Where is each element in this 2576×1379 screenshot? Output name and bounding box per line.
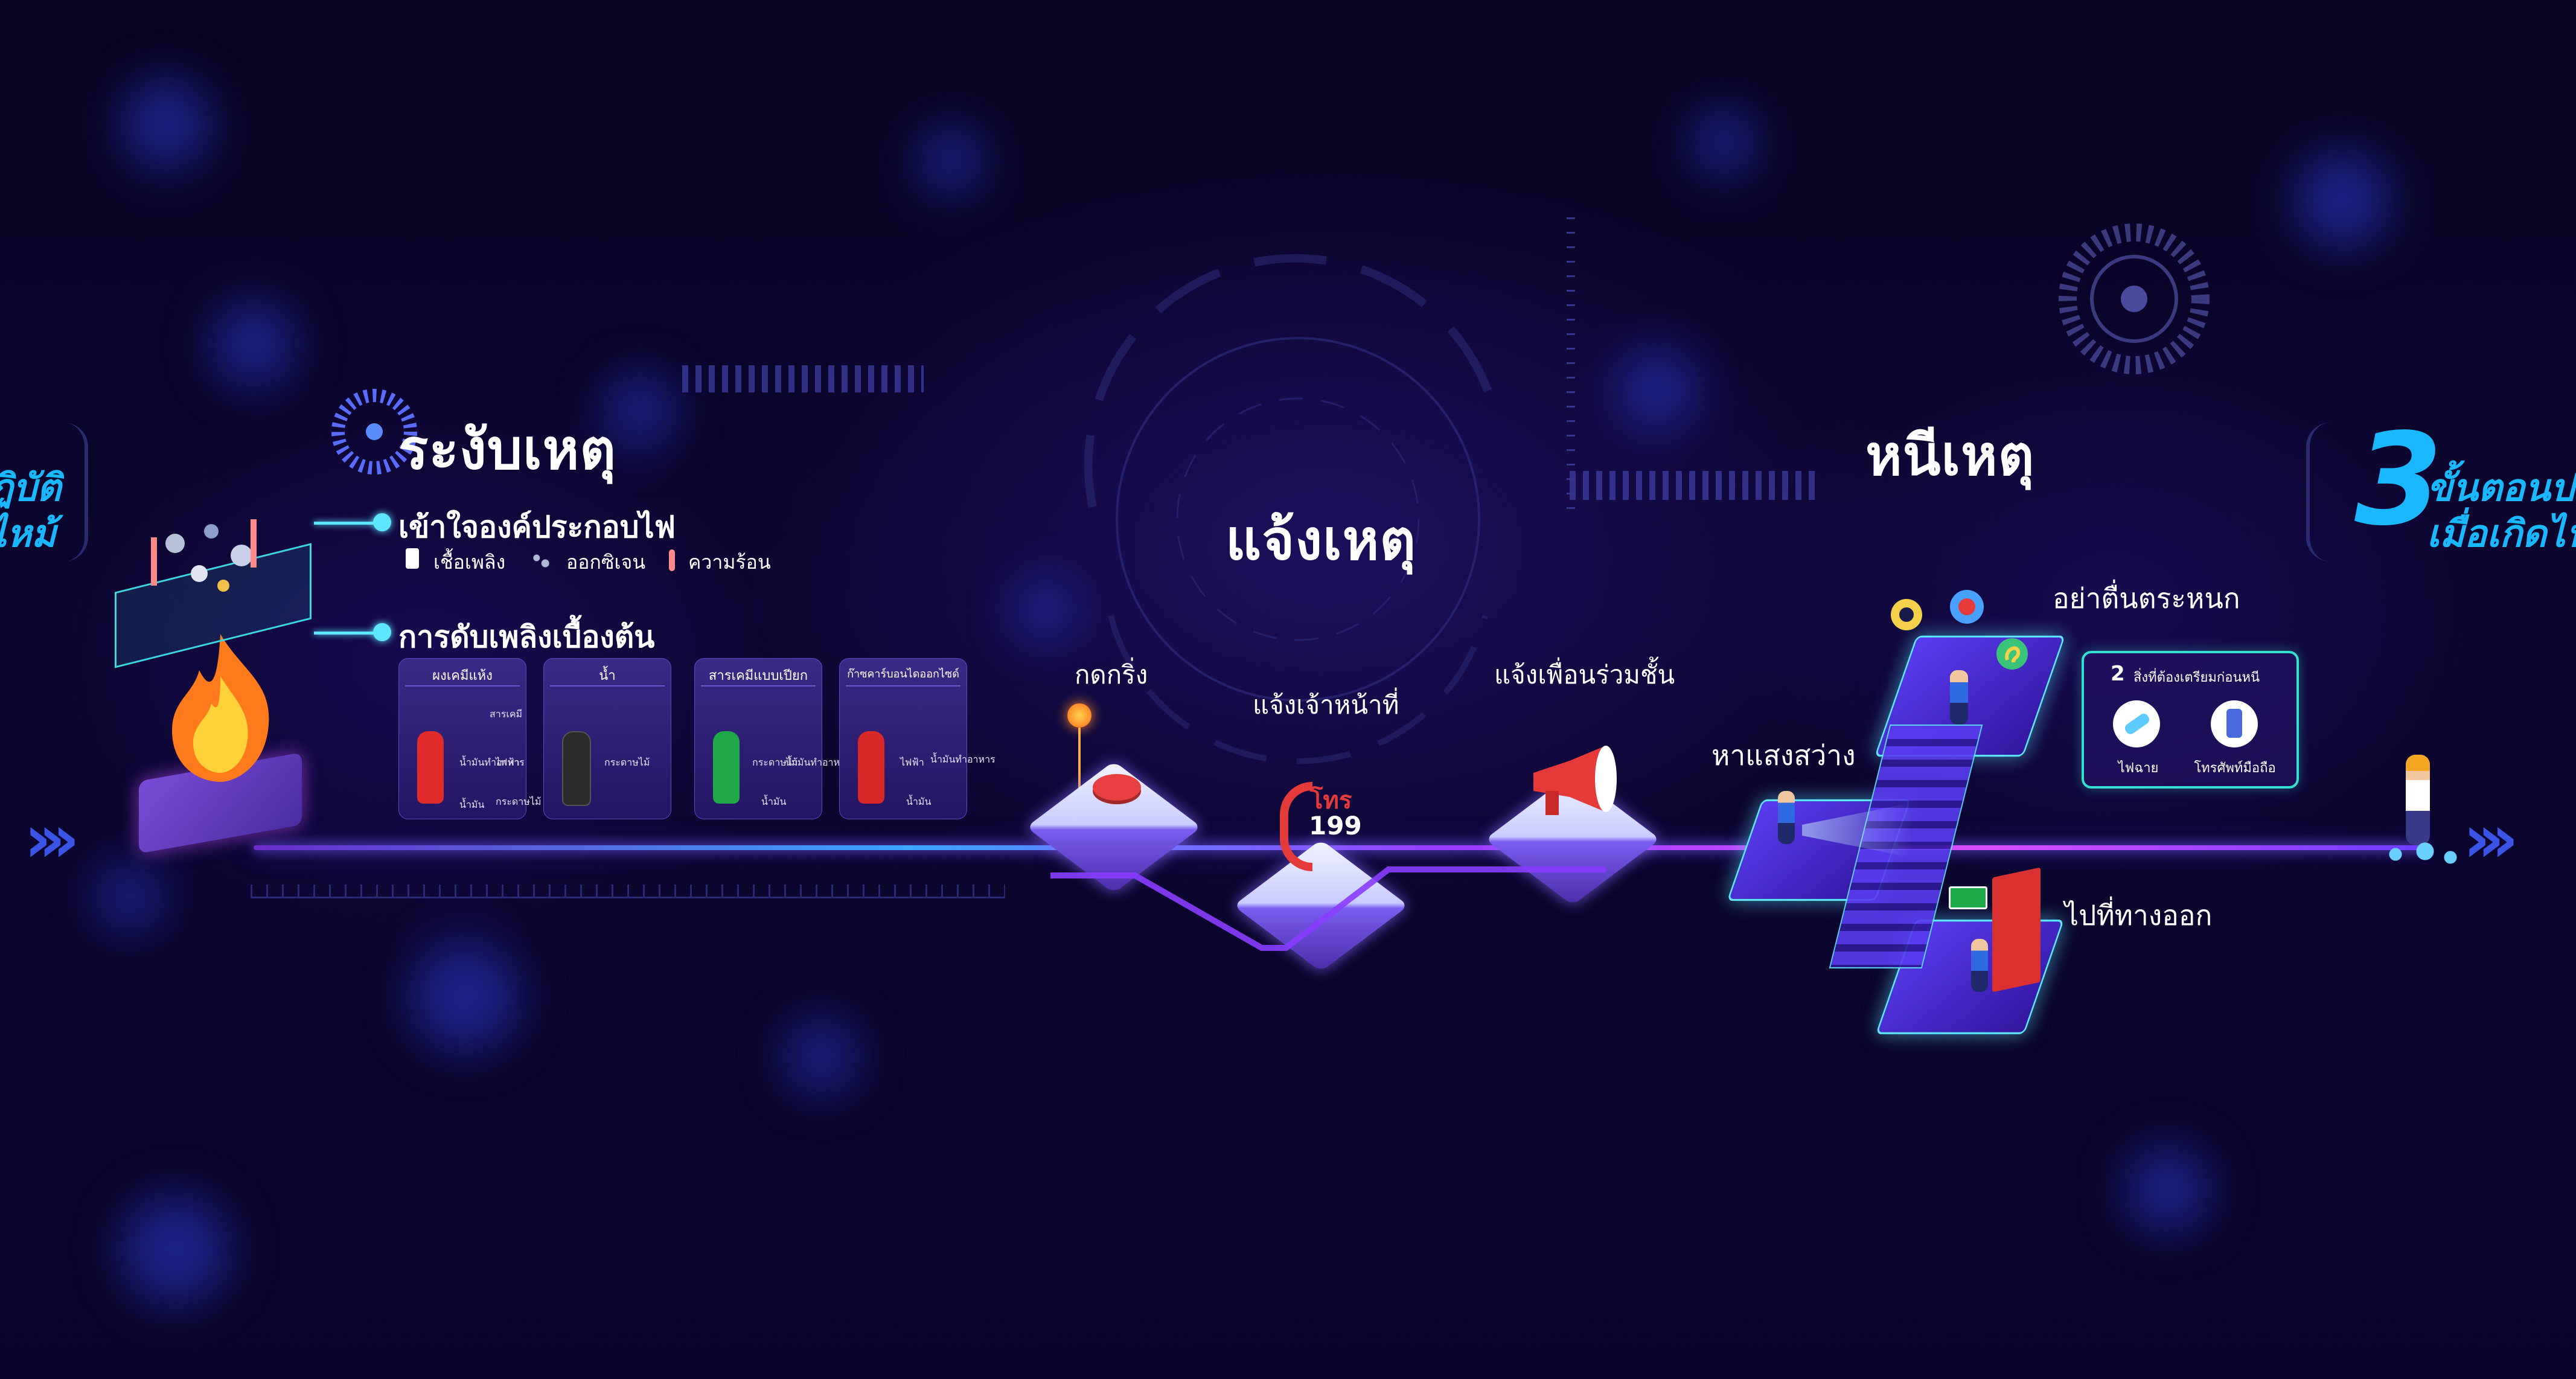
fire-extinguisher-icon (417, 731, 444, 804)
use-label: น้ำมัน (906, 796, 932, 807)
extinguisher-card: น้ำ กระดาษไม้ (543, 658, 671, 819)
water-splash-icon (2379, 839, 2463, 869)
suppress-title: ระงับเหตุ (398, 417, 616, 482)
escape-title: หนีเหตุ (1865, 423, 2035, 488)
extinguisher-name: สารเคมีแบบเปียก (708, 668, 808, 683)
siren-icon (1950, 590, 1984, 624)
dont-panic-label: อย่าตื่นตระหนก (2053, 582, 2240, 615)
bullet-dot (373, 623, 391, 641)
use-label: ไฟฟ้า (900, 757, 924, 768)
bokeh-light (411, 942, 519, 1051)
bokeh-light (121, 1195, 229, 1304)
chevron-right-icon: ››› (24, 800, 80, 877)
prepare-box: 2 สิ่งที่ต้องเตรียมก่อนหนี ไฟฉาย โทรศัพท… (2082, 651, 2299, 789)
exit-door (1992, 867, 2041, 993)
headline-text: ขั้นตอนปฏิ เมื่อเกิดไฟ (2427, 465, 2576, 557)
bokeh-light (1618, 350, 1696, 429)
use-label: กระดาษไม้ (604, 757, 650, 768)
escaping-person (2406, 755, 2430, 845)
headline-line1: ขั้นตอนปฏิ (2427, 466, 2576, 510)
extinguisher-card: สารเคมีแบบเปียก กระดาษไม้ น้ำมันทำอาหาร … (694, 658, 851, 819)
use-label: น้ำมัน (459, 799, 485, 810)
notify-staff-label: แจ้งเจ้าหน้าที่ (1253, 690, 1399, 720)
bullet-dot (373, 513, 391, 531)
alarm-light-icon (1067, 703, 1091, 728)
hud-bar-pattern (682, 365, 924, 392)
alarm-button-icon (1093, 774, 1141, 801)
molecules-icon (151, 519, 257, 592)
use-label: น้ำมันทำอาหาร (930, 753, 996, 765)
prepare-number: 2 (2111, 662, 2125, 686)
hud-vertical-scale (1567, 217, 1575, 519)
find-light-label: หาแสงสว่าง (1711, 739, 1856, 772)
fuel-icon (406, 548, 419, 569)
bokeh-light (1690, 109, 1757, 175)
mobile-phone-icon (2211, 700, 2258, 747)
use-label: สารเคมี (490, 708, 523, 720)
use-label: กระดาษไม้ (496, 796, 542, 807)
connector-line (314, 632, 380, 635)
heat-label: ความร้อน (688, 551, 771, 574)
understand-fire-heading: เข้าใจองค์ประกอบไฟ (398, 510, 676, 545)
bokeh-light (211, 302, 296, 386)
bokeh-light (2294, 151, 2391, 248)
use-label: น้ำมัน (761, 796, 787, 807)
mobile-phone-label: โทรศัพท์มือถือ (2194, 761, 2276, 776)
bokeh-light (918, 127, 984, 193)
bokeh-light (97, 863, 163, 930)
eye-icon (1891, 599, 1922, 630)
ear-icon (1996, 638, 2028, 670)
prepare-title: สิ่งที่ต้องเตรียมก่อนหนี (2133, 670, 2260, 685)
person-figure (1778, 791, 1795, 844)
report-connector (1050, 866, 1606, 951)
flashlight-icon (2113, 700, 2160, 747)
extinguisher-name: ก๊าซคาร์บอนไดออกไซด์ (847, 668, 959, 680)
basic-firefighting-heading: การดับเพลิงเบื้องต้น (398, 619, 655, 654)
fuel-label: เชื้อเพลิง (433, 551, 506, 574)
bokeh-light (2125, 1147, 2210, 1232)
use-label: ไฟฟ้า (496, 757, 520, 768)
heat-icon (669, 549, 675, 571)
right-bracket (2306, 423, 2358, 562)
bokeh-light (785, 1020, 857, 1093)
extinguisher-name: น้ำ (599, 668, 616, 683)
oxygen-label: ออกซิเจน (566, 551, 646, 574)
left-bracket (36, 423, 88, 562)
connector-line (1078, 728, 1081, 788)
person-figure (1971, 939, 1988, 992)
person-figure (1950, 670, 1968, 725)
flashlight-label: ไฟฉาย (2118, 761, 2159, 776)
report-title: แจ้งเหตุ (1226, 508, 1416, 572)
megaphone-icon (1533, 746, 1617, 815)
go-exit-label: ไปที่ทางออก (2065, 899, 2213, 932)
hud-ruler (251, 885, 1005, 898)
bokeh-light (121, 78, 211, 169)
exit-sign-icon (1949, 886, 1987, 909)
chevron-right-icon: ››› (2463, 800, 2519, 877)
oxygen-icon (530, 551, 552, 569)
fire-extinguisher-icon (562, 731, 591, 806)
extinguisher-name: ผงเคมีแห้ง (432, 668, 493, 683)
hud-bar-pattern (1570, 471, 1817, 500)
hud-gear-icon (2059, 223, 2210, 374)
fire-extinguisher-icon (858, 731, 884, 804)
extinguisher-card: ก๊าซคาร์บอนไดออกไซด์ ไฟฟ้า น้ำมันทำอาหาร… (839, 658, 996, 819)
headline-line2: เมื่อเกิดไฟ (2427, 511, 2576, 555)
notify-neighbors-label: แจ้งเพื่อนร่วมชั้น (1494, 660, 1675, 690)
press-bell-label: กดกริ่ง (1075, 660, 1148, 690)
connector-line (314, 522, 380, 525)
extinguisher-card: ผงเคมีแห้ง สารเคมี น้ำมันทำอาหาร ไฟฟ้า น… (398, 658, 541, 819)
fire-extinguisher-icon (713, 731, 740, 804)
phone-number: 199 (1309, 811, 1362, 840)
